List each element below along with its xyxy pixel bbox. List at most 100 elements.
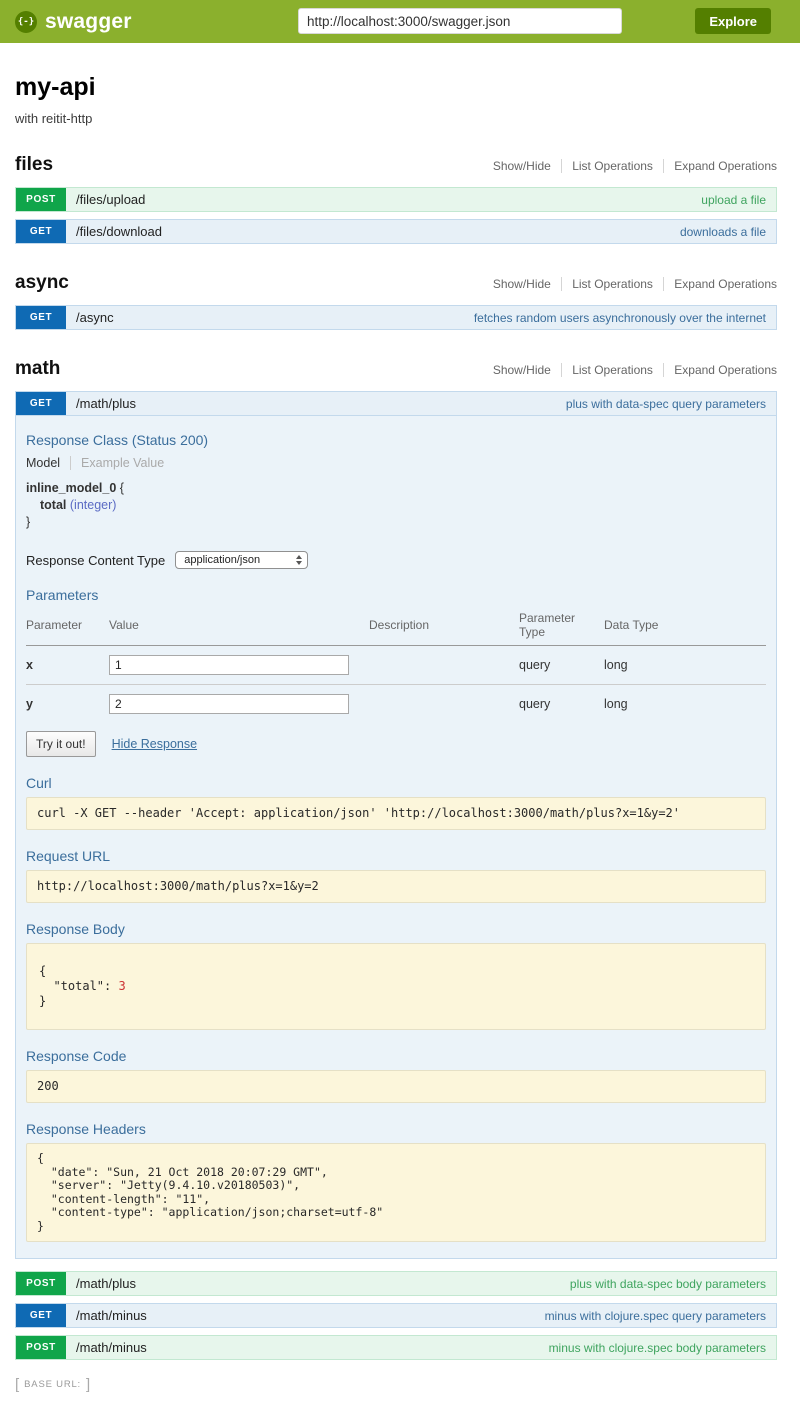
endpoint-summary[interactable]: plus with data-spec query parameters	[566, 392, 776, 415]
col-description: Description	[369, 609, 519, 646]
expand-operations-link[interactable]: Expand Operations	[663, 363, 777, 377]
list-operations-link[interactable]: List Operations	[561, 277, 653, 291]
param-type: query	[519, 646, 604, 685]
response-body-value: { "total": 3 }	[26, 943, 766, 1030]
base-url-label: BASE URL:	[24, 1379, 81, 1390]
show-hide-link[interactable]: Show/Hide	[493, 363, 551, 377]
param-name: y	[26, 685, 109, 724]
api-title: my-api	[15, 73, 777, 102]
endpoint-row-post-math-minus[interactable]: POST /math/minus minus with clojure.spec…	[15, 1335, 777, 1360]
section-math: math Show/Hide List Operations Expand Op…	[15, 358, 777, 1360]
param-name: x	[26, 646, 109, 685]
endpoint-row-post-math-plus[interactable]: POST /math/plus plus with data-spec body…	[15, 1271, 777, 1296]
endpoint-path[interactable]: /files/download	[66, 220, 162, 243]
endpoint-row-get-files-download[interactable]: GET /files/download downloads a file	[15, 219, 777, 244]
response-headers-heading: Response Headers	[26, 1121, 766, 1137]
show-hide-link[interactable]: Show/Hide	[493, 277, 551, 291]
response-body-heading: Response Body	[26, 921, 766, 937]
section-async-title: async	[15, 272, 69, 294]
endpoint-row-get-math-plus[interactable]: GET /math/plus plus with data-spec query…	[15, 391, 777, 416]
param-y-input[interactable]	[109, 694, 349, 714]
try-it-out-button[interactable]: Try it out!	[26, 731, 96, 757]
method-badge-post: POST	[16, 1336, 66, 1359]
section-controls: Show/Hide List Operations Expand Operati…	[493, 277, 777, 291]
response-code-value: 200	[26, 1070, 766, 1103]
col-data-type: Data Type	[604, 609, 766, 646]
endpoint-path[interactable]: /math/minus	[66, 1336, 147, 1359]
method-badge-get: GET	[16, 1304, 66, 1327]
method-badge-get: GET	[16, 220, 66, 243]
api-url-input[interactable]	[298, 8, 622, 34]
endpoint-row-get-async[interactable]: GET /async fetches random users asynchro…	[15, 305, 777, 330]
operation-detail-panel: Response Class (Status 200) Model Exampl…	[15, 416, 777, 1259]
tab-example-value[interactable]: Example Value	[70, 456, 164, 470]
endpoint-summary[interactable]: fetches random users asynchronously over…	[474, 306, 776, 329]
section-controls: Show/Hide List Operations Expand Operati…	[493, 363, 777, 377]
endpoint-row-post-files-upload[interactable]: POST /files/upload upload a file	[15, 187, 777, 212]
hide-response-link[interactable]: Hide Response	[112, 737, 197, 751]
bracket-right: ]	[86, 1376, 90, 1393]
model-property-type: (integer)	[70, 498, 117, 512]
param-description	[369, 685, 519, 724]
model-tabs: Model Example Value	[26, 456, 766, 470]
expand-operations-link[interactable]: Expand Operations	[663, 277, 777, 291]
param-x-input[interactable]	[109, 655, 349, 675]
show-hide-link[interactable]: Show/Hide	[493, 159, 551, 173]
param-data-type: long	[604, 646, 766, 685]
explore-button[interactable]: Explore	[695, 8, 771, 34]
endpoint-summary[interactable]: plus with data-spec body parameters	[570, 1272, 776, 1295]
response-content-type-select[interactable]: application/json	[175, 551, 308, 569]
expand-operations-link[interactable]: Expand Operations	[663, 159, 777, 173]
col-parameter-type: Parameter Type	[519, 609, 604, 646]
endpoint-summary[interactable]: minus with clojure.spec body parameters	[549, 1336, 776, 1359]
response-content-type-label: Response Content Type	[26, 553, 165, 568]
section-async: async Show/Hide List Operations Expand O…	[15, 272, 777, 330]
param-type: query	[519, 685, 604, 724]
method-badge-post: POST	[16, 1272, 66, 1295]
swagger-logo[interactable]: {-} swagger	[15, 10, 132, 34]
json-number: 3	[118, 979, 125, 993]
endpoint-summary[interactable]: minus with clojure.spec query parameters	[545, 1304, 776, 1327]
json-text: { "total":	[39, 964, 118, 993]
select-arrows-icon	[296, 555, 302, 565]
curl-heading: Curl	[26, 775, 766, 791]
model-property-name: total	[40, 498, 66, 512]
tab-model[interactable]: Model	[26, 456, 60, 470]
col-parameter: Parameter	[26, 609, 109, 646]
curl-command: curl -X GET --header 'Accept: applicatio…	[26, 797, 766, 830]
response-class-heading: Response Class (Status 200)	[26, 432, 766, 448]
endpoint-summary[interactable]: downloads a file	[680, 220, 776, 243]
endpoint-path[interactable]: /math/plus	[66, 392, 136, 415]
response-code-heading: Response Code	[26, 1048, 766, 1064]
method-badge-post: POST	[16, 188, 66, 211]
bracket-left: [	[15, 1376, 19, 1393]
section-math-title: math	[15, 358, 60, 380]
model-name: inline_model_0	[26, 481, 116, 495]
method-badge-get: GET	[16, 392, 66, 415]
model-signature: inline_model_0 { total (integer) }	[26, 480, 766, 531]
swagger-logo-icon: {-}	[15, 11, 37, 33]
param-row-x: x query long	[26, 646, 766, 685]
base-url-footer: [ BASE URL: ]	[15, 1376, 777, 1393]
section-files: files Show/Hide List Operations Expand O…	[15, 154, 777, 244]
endpoint-path[interactable]: /math/minus	[66, 1304, 147, 1327]
endpoint-path[interactable]: /math/plus	[66, 1272, 136, 1295]
swagger-logo-text: swagger	[45, 10, 132, 34]
section-controls: Show/Hide List Operations Expand Operati…	[493, 159, 777, 173]
selected-content-type: application/json	[184, 554, 260, 566]
list-operations-link[interactable]: List Operations	[561, 363, 653, 377]
parameters-heading: Parameters	[26, 587, 766, 603]
param-description	[369, 646, 519, 685]
section-files-title: files	[15, 154, 53, 176]
api-description: with reitit-http	[15, 111, 777, 126]
request-url-value: http://localhost:3000/math/plus?x=1&y=2	[26, 870, 766, 903]
col-value: Value	[109, 609, 369, 646]
endpoint-path[interactable]: /async	[66, 306, 114, 329]
list-operations-link[interactable]: List Operations	[561, 159, 653, 173]
request-url-heading: Request URL	[26, 848, 766, 864]
endpoint-summary[interactable]: upload a file	[701, 188, 776, 211]
param-row-y: y query long	[26, 685, 766, 724]
endpoint-row-get-math-minus[interactable]: GET /math/minus minus with clojure.spec …	[15, 1303, 777, 1328]
endpoint-path[interactable]: /files/upload	[66, 188, 145, 211]
method-badge-get: GET	[16, 306, 66, 329]
